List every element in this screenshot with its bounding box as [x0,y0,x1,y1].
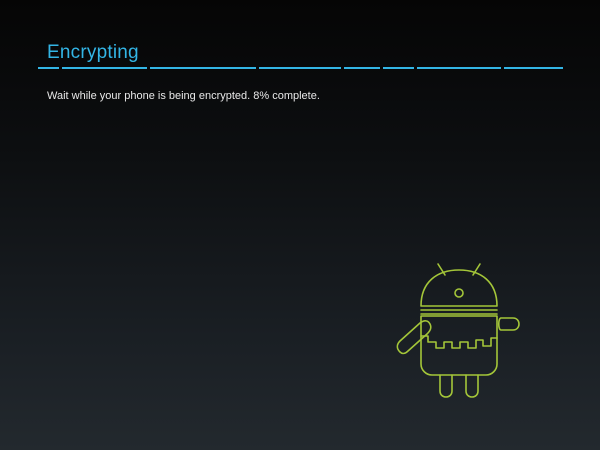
page-title: Encrypting [47,42,139,63]
encryption-screen: Encrypting Wait while your phone is bein… [0,0,600,450]
android-robot-icon [390,258,530,400]
title-divider [38,67,563,70]
encryption-status-message: Wait while your phone is being encrypted… [47,90,320,102]
